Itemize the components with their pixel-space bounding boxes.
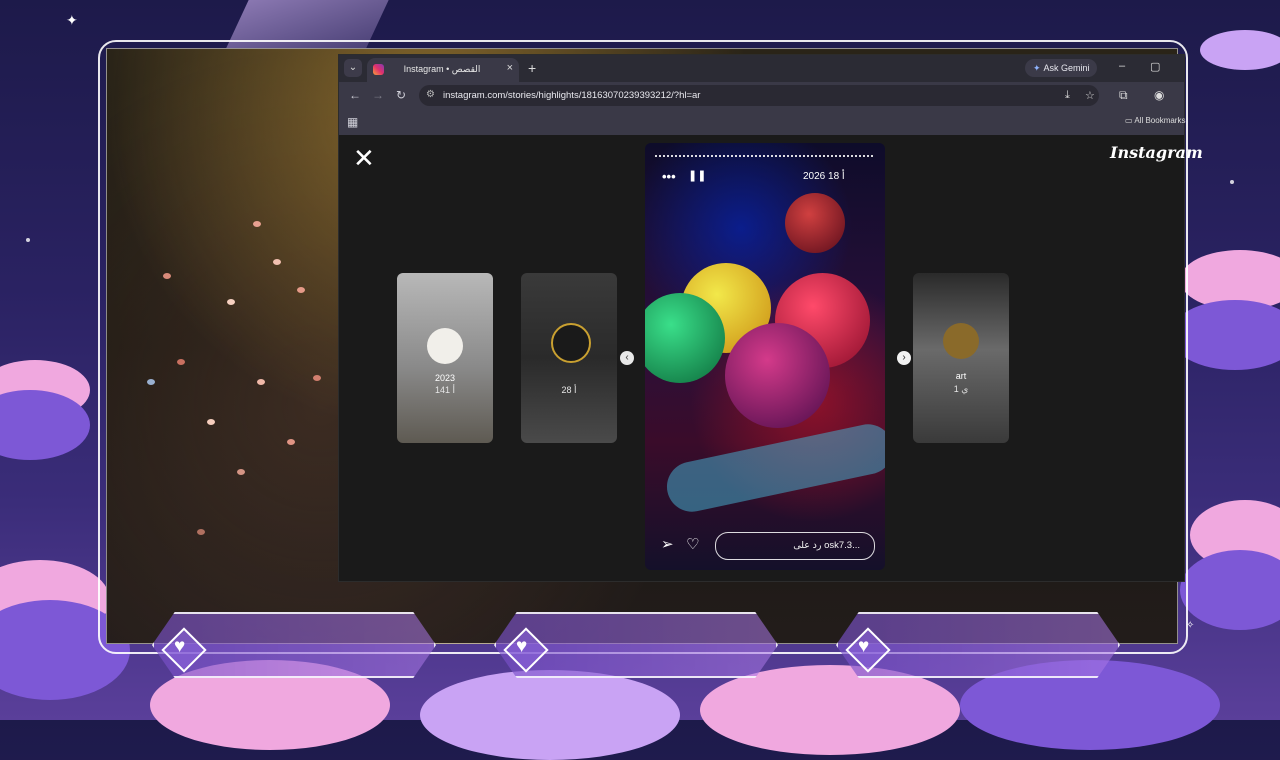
previous-story-icon[interactable]: ‹	[620, 351, 634, 365]
story-progress-bar	[655, 155, 875, 157]
reply-placeholder: رد على osk7.3...	[793, 540, 860, 551]
star-dot	[1230, 180, 1234, 184]
highlight-age: 1 ي	[953, 384, 969, 394]
extensions-icon[interactable]: ⧉	[1119, 88, 1128, 103]
highlight-age: 141 أ	[434, 385, 456, 395]
sparkle-star: ✦	[66, 12, 78, 28]
like-heart-icon[interactable]: ♡	[686, 535, 699, 553]
apps-grid-icon[interactable]: ▦	[347, 115, 358, 129]
tab-title: Instagram • القصص	[403, 64, 481, 74]
close-story-icon[interactable]: ✕	[353, 145, 375, 171]
story-viewer[interactable]: ••• ❚❚ 2026 أ 18 ➢ ♡ رد على osk7.3...	[645, 143, 885, 570]
reply-input[interactable]: رد على osk7.3...	[715, 532, 875, 560]
folder-icon: ▭	[1125, 116, 1133, 125]
highlight-cover	[551, 323, 591, 363]
bookmark-star-icon[interactable]: ☆	[1085, 89, 1095, 102]
new-tab-button[interactable]: +	[528, 60, 536, 76]
tab-instagram[interactable]: Instagram • القصص ×	[367, 58, 519, 82]
highlight-title: art	[955, 371, 967, 381]
minimize-button[interactable]: –	[1119, 60, 1125, 72]
instagram-stories-viewer: ✕ Instagram 2023 141 أ 28 أ ‹ ••• ❚❚ 202…	[339, 135, 1203, 581]
gemini-sparkle-icon: ✦	[1033, 63, 1041, 73]
tab-close-icon[interactable]: ×	[507, 62, 513, 74]
more-options-icon[interactable]: •••	[662, 169, 676, 184]
highlight-age: 28 أ	[561, 385, 577, 395]
instagram-logo[interactable]: Instagram	[1110, 143, 1203, 162]
back-icon[interactable]: ←	[349, 88, 361, 102]
all-bookmarks-button[interactable]: ▭ All Bookmarks	[1125, 116, 1185, 125]
story-date: 2026 أ 18	[803, 171, 845, 182]
cloud	[1180, 550, 1280, 630]
install-app-icon[interactable]: ⤓	[1065, 89, 1070, 102]
next-story-icon[interactable]: ›	[897, 351, 911, 365]
bookmarks-bar: ▦ ▭ All Bookmarks	[339, 109, 1185, 135]
tab-strip: ⌄ Instagram • القصص × + ✦ Ask Gemini – ▢	[339, 55, 1184, 82]
highlight-cover	[427, 328, 463, 364]
profile-icon[interactable]: ◉	[1154, 88, 1164, 102]
maximize-button[interactable]: ▢	[1150, 60, 1160, 73]
heart-icon: ♥	[858, 636, 870, 657]
highlight-title: 2023	[434, 373, 456, 383]
ask-gemini-button[interactable]: ✦ Ask Gemini	[1025, 59, 1097, 77]
cloud	[700, 665, 960, 755]
bowling-ball-green	[645, 293, 725, 383]
browser-window: ⌄ Instagram • القصص × + ✦ Ask Gemini – ▢ …	[339, 55, 1203, 581]
highlight-thumbnail[interactable]: 2023 141 أ	[397, 273, 493, 443]
bowling-ball-purple	[725, 323, 830, 428]
pause-icon[interactable]: ❚❚	[688, 169, 706, 182]
heart-icon: ♥	[174, 636, 186, 657]
cloud	[420, 670, 680, 760]
address-bar[interactable]: ⚙ instagram.com/stories/highlights/18163…	[419, 85, 1099, 106]
forward-icon[interactable]: →	[372, 88, 384, 102]
reload-icon[interactable]: ↻	[396, 88, 406, 102]
ball-return-rack	[662, 419, 885, 517]
star-dot	[26, 238, 30, 242]
highlight-thumbnail[interactable]: 28 أ	[521, 273, 617, 443]
bowling-ball-dark	[785, 193, 845, 253]
cloud	[1200, 30, 1280, 70]
browser-toolbar: ← → ↻ ⚙ instagram.com/stories/highlights…	[339, 82, 1184, 109]
instagram-favicon-icon	[373, 64, 384, 75]
tab-search-button[interactable]: ⌄	[344, 59, 362, 77]
site-info-icon[interactable]: ⚙	[426, 89, 435, 100]
heart-icon: ♥	[516, 636, 528, 657]
highlight-thumbnail[interactable]: art 1 ي	[913, 273, 1009, 443]
all-bookmarks-label: All Bookmarks	[1134, 116, 1186, 125]
url-text[interactable]: instagram.com/stories/highlights/1816307…	[443, 90, 700, 101]
share-icon[interactable]: ➢	[661, 535, 674, 553]
ask-gemini-label: Ask Gemini	[1043, 63, 1090, 73]
highlight-cover	[943, 323, 979, 359]
